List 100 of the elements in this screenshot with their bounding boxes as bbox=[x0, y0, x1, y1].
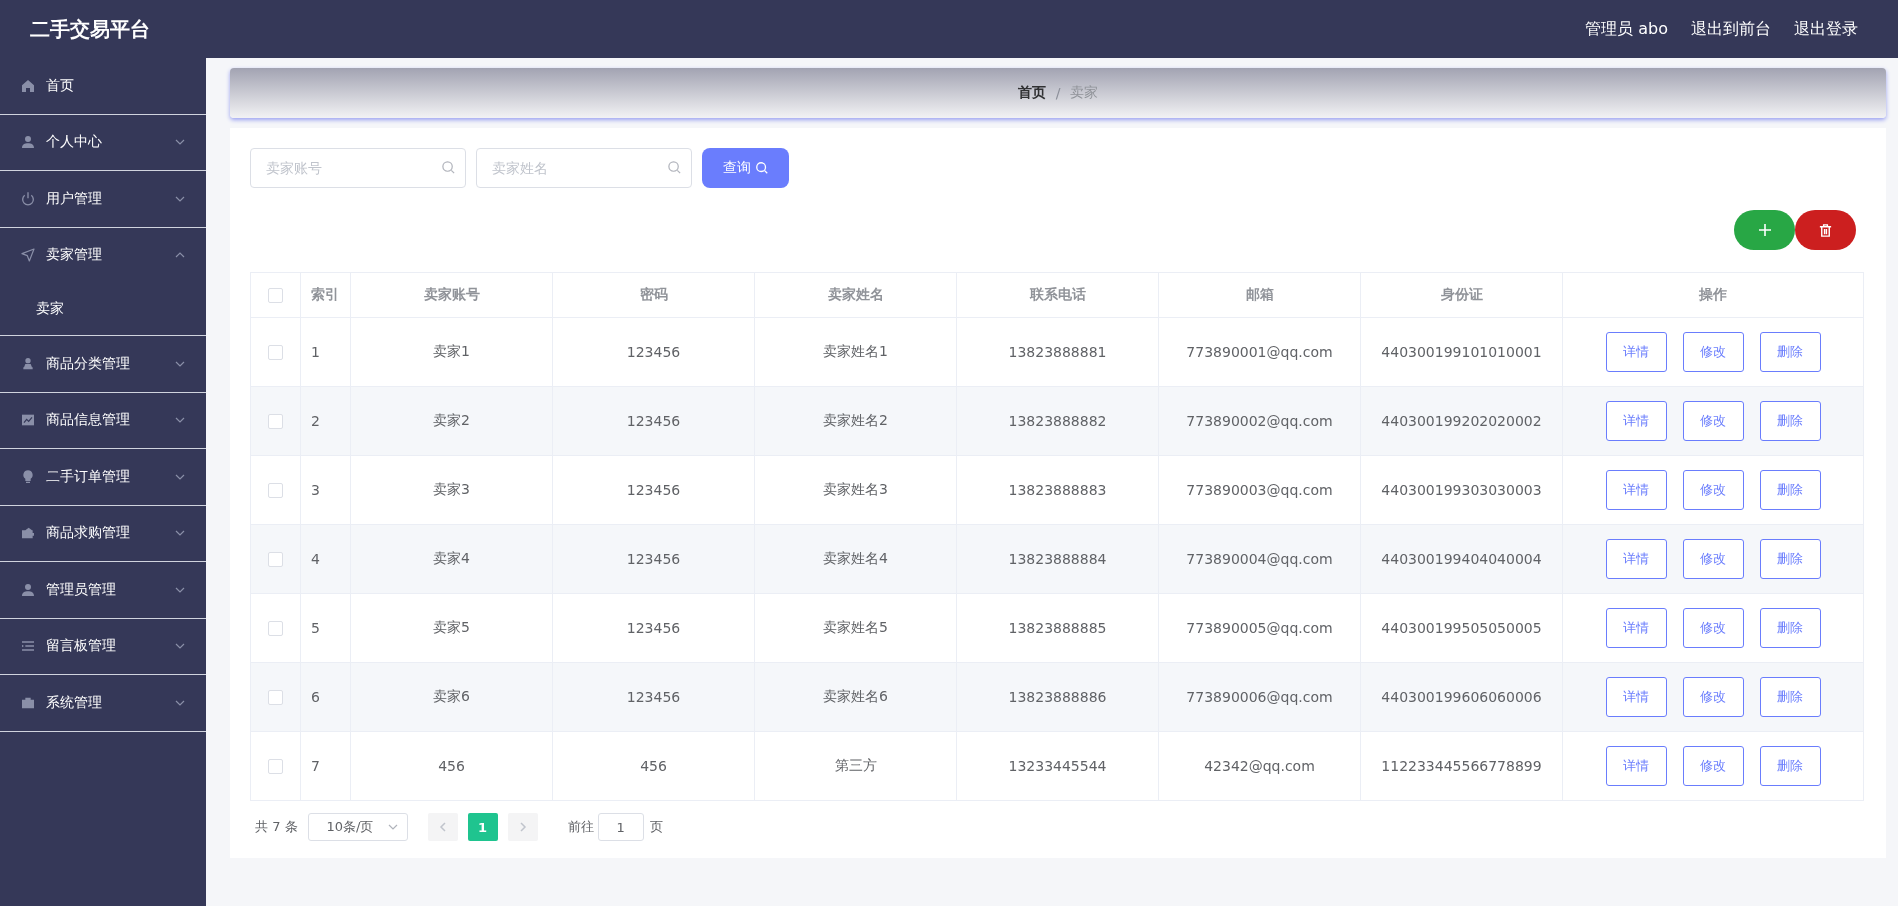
table-cell: 773890003@qq.com bbox=[1186, 482, 1333, 498]
row-action-button[interactable]: 删除 bbox=[1759, 470, 1821, 510]
page-suffix: 页 bbox=[649, 818, 663, 836]
sidebar-item[interactable]: 留言板管理 bbox=[0, 618, 206, 674]
table-cell: 卖家1 bbox=[433, 343, 470, 359]
query-button[interactable]: 查询 bbox=[702, 148, 789, 188]
delete-button[interactable] bbox=[1795, 210, 1856, 250]
power-icon bbox=[20, 190, 36, 207]
column-header: 操作 bbox=[1699, 286, 1727, 302]
table-cell: 773890001@qq.com bbox=[1186, 344, 1333, 360]
header-link[interactable]: 管理员 abo bbox=[1585, 18, 1668, 40]
sidebar-item[interactable]: 个人中心 bbox=[0, 114, 206, 170]
table-cell: 卖家姓名6 bbox=[823, 688, 888, 704]
row-action-button[interactable]: 删除 bbox=[1759, 746, 1821, 786]
table-cell: 123456 bbox=[626, 620, 681, 636]
sidebar-item[interactable]: 商品求购管理 bbox=[0, 505, 206, 561]
row-checkbox[interactable] bbox=[268, 345, 283, 361]
header-link[interactable]: 退出到前台 bbox=[1691, 18, 1771, 40]
row-action-button[interactable]: 详情 bbox=[1605, 401, 1667, 441]
search-field[interactable]: 卖家账号 bbox=[250, 148, 466, 188]
row-checkbox[interactable] bbox=[268, 483, 283, 499]
table-cell: 13823888886 bbox=[1008, 689, 1107, 705]
app-title: 二手交易平台 bbox=[30, 15, 150, 43]
table-cell: 456 bbox=[438, 758, 465, 774]
table-cell: 773890004@qq.com bbox=[1186, 551, 1333, 567]
person-icon bbox=[20, 581, 36, 598]
row-action-button[interactable]: 详情 bbox=[1605, 608, 1667, 648]
column-header: 邮箱 bbox=[1245, 286, 1274, 302]
sidebar-subitem[interactable]: 卖家 bbox=[0, 283, 206, 335]
total-count: 共 7 条 bbox=[255, 818, 298, 836]
table-cell: 440300199202020002 bbox=[1381, 413, 1542, 429]
column-header: 卖家账号 bbox=[423, 286, 480, 302]
next-page-button[interactable] bbox=[507, 813, 538, 841]
page-number-button[interactable]: 1 bbox=[467, 813, 498, 841]
row-checkbox[interactable] bbox=[268, 621, 283, 637]
table-cell: 1 bbox=[311, 344, 320, 360]
previous-page-button[interactable] bbox=[427, 813, 458, 841]
sidebar-item[interactable]: 卖家管理 bbox=[0, 227, 206, 283]
lightbulb-icon bbox=[20, 468, 36, 485]
table-cell: 13823888883 bbox=[1008, 482, 1107, 498]
header-link[interactable]: 退出登录 bbox=[1794, 18, 1858, 40]
row-action-button[interactable]: 详情 bbox=[1605, 332, 1667, 372]
home-icon bbox=[20, 77, 36, 94]
row-action-button[interactable]: 删除 bbox=[1759, 539, 1821, 579]
table-cell: 13823888884 bbox=[1008, 551, 1107, 567]
sidebar-item[interactable]: 系统管理 bbox=[0, 675, 206, 731]
breadcrumb-item[interactable]: 首页 bbox=[1017, 84, 1046, 102]
table-cell: 123456 bbox=[626, 689, 681, 705]
row-action-button[interactable]: 修改 bbox=[1682, 539, 1744, 579]
row-action-button[interactable]: 修改 bbox=[1682, 401, 1744, 441]
table-cell: 123456 bbox=[626, 413, 681, 429]
table-cell: 123456 bbox=[626, 551, 681, 567]
table-cell: 13823888881 bbox=[1008, 344, 1107, 360]
sidebar-item[interactable]: 管理员管理 bbox=[0, 562, 206, 618]
row-checkbox[interactable] bbox=[268, 552, 283, 568]
person-icon bbox=[20, 355, 36, 372]
table-cell: 123456 bbox=[626, 344, 681, 360]
row-checkbox[interactable] bbox=[268, 690, 283, 706]
table-cell: 13823888885 bbox=[1008, 620, 1107, 636]
column-header: 身份证 bbox=[1440, 286, 1483, 302]
table-cell: 卖家姓名5 bbox=[823, 619, 888, 635]
table-cell: 2 bbox=[311, 413, 320, 429]
sidebar-item[interactable]: 首页 bbox=[0, 58, 206, 114]
row-action-button[interactable]: 修改 bbox=[1682, 470, 1744, 510]
sidebar-item[interactable]: 二手订单管理 bbox=[0, 449, 206, 505]
navigation-icon bbox=[20, 247, 36, 264]
row-action-button[interactable]: 详情 bbox=[1605, 746, 1667, 786]
row-action-button[interactable]: 详情 bbox=[1605, 470, 1667, 510]
row-action-button[interactable]: 详情 bbox=[1605, 677, 1667, 717]
table-cell: 440300199606060006 bbox=[1381, 689, 1542, 705]
row-action-button[interactable]: 修改 bbox=[1682, 746, 1744, 786]
table-cell: 卖家6 bbox=[433, 688, 470, 704]
table-cell: 440300199404040004 bbox=[1381, 551, 1542, 567]
select-all-checkbox[interactable] bbox=[268, 288, 283, 304]
column-header: 密码 bbox=[639, 286, 668, 302]
row-action-button[interactable]: 删除 bbox=[1759, 608, 1821, 648]
table-cell: 440300199101010001 bbox=[1381, 344, 1542, 360]
page-jump-field[interactable]: 1 bbox=[597, 813, 644, 841]
row-checkbox[interactable] bbox=[268, 414, 283, 430]
row-action-button[interactable]: 删除 bbox=[1759, 401, 1821, 441]
table-cell: 4 bbox=[311, 551, 320, 567]
column-header: 卖家姓名 bbox=[827, 286, 884, 302]
add-button[interactable] bbox=[1734, 210, 1795, 250]
search-field[interactable]: 卖家姓名 bbox=[476, 148, 692, 188]
row-action-button[interactable]: 修改 bbox=[1682, 332, 1744, 372]
sidebar-item[interactable]: 用户管理 bbox=[0, 171, 206, 227]
sidebar-item[interactable]: 商品信息管理 bbox=[0, 392, 206, 448]
row-action-button[interactable]: 修改 bbox=[1682, 608, 1744, 648]
table-cell: 卖家3 bbox=[433, 481, 470, 497]
row-action-button[interactable]: 删除 bbox=[1759, 677, 1821, 717]
plus-icon bbox=[1756, 222, 1773, 238]
row-action-button[interactable]: 删除 bbox=[1759, 332, 1821, 372]
row-action-button[interactable]: 详情 bbox=[1605, 539, 1667, 579]
page-size-select[interactable]: 10条/页 bbox=[307, 813, 408, 841]
sidebar-item[interactable]: 商品分类管理 bbox=[0, 336, 206, 392]
row-action-button[interactable]: 修改 bbox=[1682, 677, 1744, 717]
trash-icon bbox=[1818, 222, 1833, 238]
row-checkbox[interactable] bbox=[268, 759, 283, 775]
table-cell: 卖家4 bbox=[433, 550, 470, 566]
table-cell: 第三方 bbox=[834, 757, 877, 773]
